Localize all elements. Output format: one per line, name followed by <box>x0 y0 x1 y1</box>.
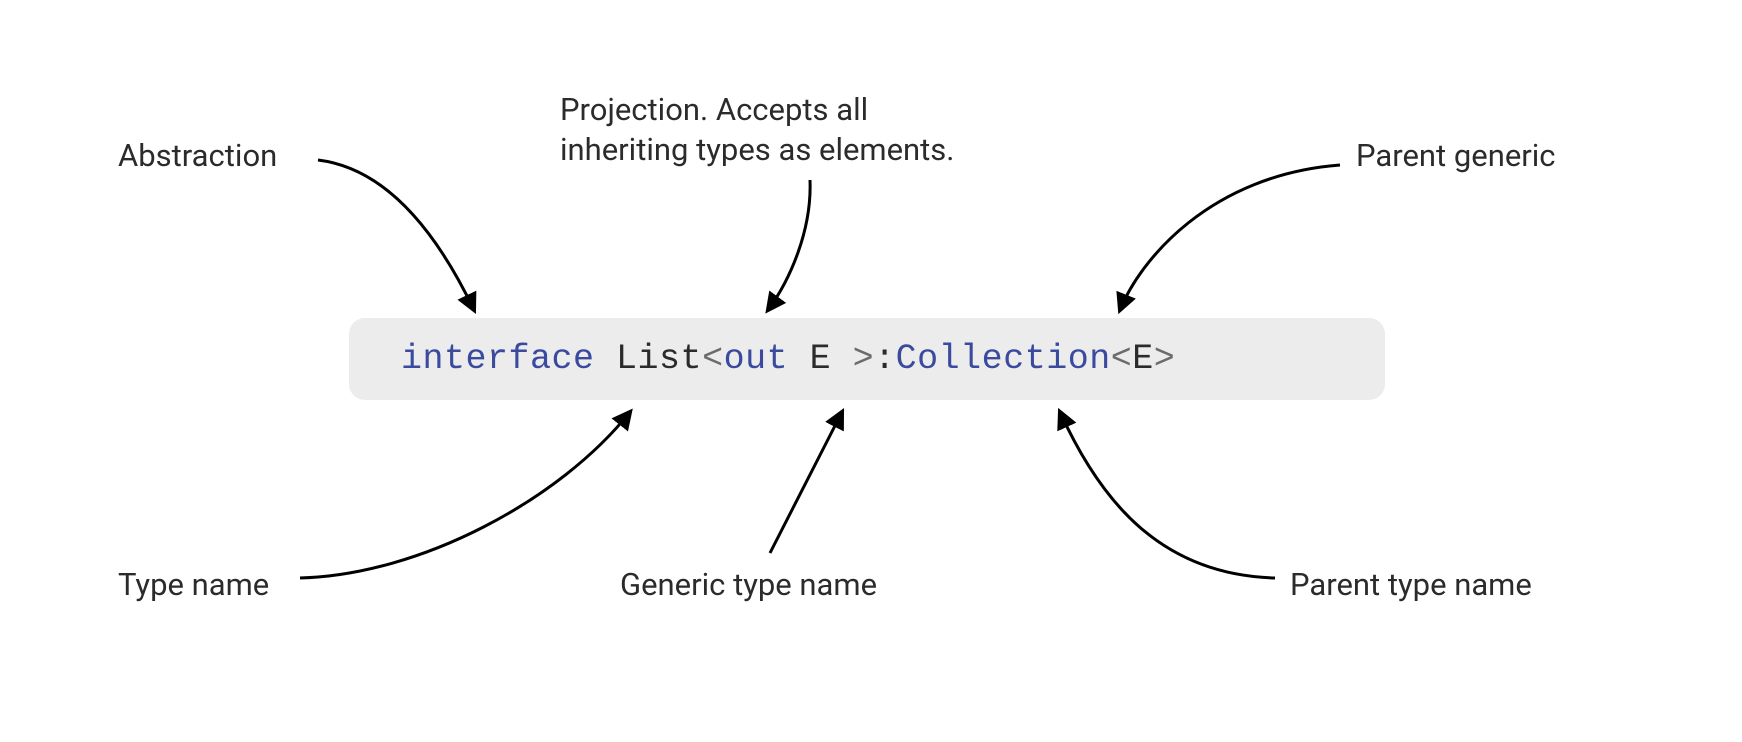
label-type-name: Type name <box>118 565 269 605</box>
code-parent-generic-e: E <box>1132 339 1154 379</box>
arrow-projection <box>768 180 810 310</box>
code-angle-open-1: < <box>702 339 724 379</box>
label-parent-generic: Parent generic <box>1356 136 1556 176</box>
arrow-abstraction <box>318 160 474 310</box>
label-generic-type-name: Generic type name <box>620 565 877 605</box>
code-colon: : <box>874 339 896 379</box>
code-angle-close-1: > <box>853 339 875 379</box>
code-angle-close-2: > <box>1154 339 1176 379</box>
arrow-parent-generic <box>1120 165 1340 310</box>
code-variance-out: out <box>724 339 789 379</box>
code-parent-collection: Collection <box>896 339 1111 379</box>
code-keyword-interface: interface <box>401 339 595 379</box>
code-type-list: List <box>616 339 702 379</box>
label-parent-type-name: Parent type name <box>1290 565 1532 605</box>
arrow-parent-type-name <box>1060 412 1275 578</box>
code-generic-e: E <box>810 339 832 379</box>
label-projection-line1: Projection. Accepts all <box>560 90 954 130</box>
code-declaration: interface List < out E > : Collection < … <box>349 318 1385 400</box>
label-projection: Projection. Accepts all inheriting types… <box>560 90 954 171</box>
arrow-type-name <box>300 412 630 578</box>
code-angle-open-2: < <box>1111 339 1133 379</box>
label-projection-line2: inheriting types as elements. <box>560 130 954 170</box>
label-abstraction: Abstraction <box>118 136 277 176</box>
type-declaration-diagram: Abstraction Projection. Accepts all inhe… <box>0 0 1742 742</box>
arrow-generic-type-name <box>770 412 842 553</box>
